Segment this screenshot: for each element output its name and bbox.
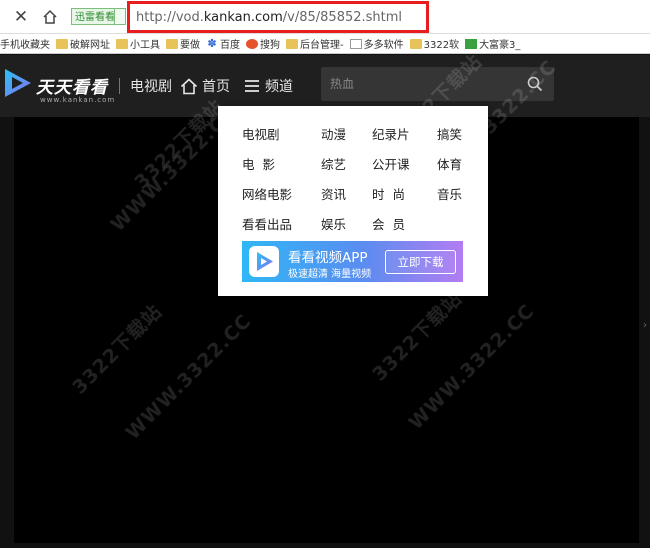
document-icon	[349, 38, 362, 49]
folder-icon	[116, 38, 128, 49]
menu-item[interactable]: 看看出品	[242, 214, 292, 233]
folder-icon	[409, 38, 422, 49]
download-button[interactable]: 立即下载	[385, 250, 456, 274]
search-input[interactable]	[330, 76, 510, 92]
menu-item[interactable]: 网络电影	[242, 184, 292, 203]
menu-item[interactable]: 电视剧	[242, 124, 280, 143]
bookmark-item[interactable]: 大富豪3_	[465, 36, 520, 51]
app-title: 看看视频APP	[288, 250, 368, 266]
menu-item[interactable]: 搞笑	[437, 124, 462, 143]
sogou-icon	[246, 38, 258, 49]
bookmark-item[interactable]: 小工具	[116, 36, 160, 51]
folder-icon	[286, 38, 298, 49]
menu-item[interactable]: 电 影	[242, 154, 275, 173]
menu-item[interactable]: 纪录片	[372, 124, 410, 143]
nav-tv-series[interactable]: 电视剧	[130, 76, 172, 96]
home-icon	[180, 77, 198, 94]
menu-item[interactable]: 综艺	[321, 154, 346, 173]
bookmark-item[interactable]: 多多软件	[349, 36, 404, 51]
bookmark-item[interactable]: 搜狗	[246, 36, 280, 51]
side-arrow-icon[interactable]: ›	[643, 320, 650, 334]
channel-dropdown: 电视剧 动漫 纪录片 搞笑 电 影 综艺 公开课 体育 网络电影 资讯 时 尚 …	[218, 106, 488, 296]
url-text[interactable]: http://vod.kankan.com/v/85/85852.shtml	[136, 10, 402, 25]
folder-icon	[56, 38, 68, 49]
header-divider	[119, 78, 120, 94]
menu-item[interactable]: 会 员	[372, 214, 405, 233]
menu-item[interactable]: 音乐	[437, 184, 462, 203]
address-bar[interactable]: http://vod.kankan.com/v/85/85852.shtml	[127, 1, 429, 33]
bookmark-item[interactable]: 破解网址	[56, 36, 110, 51]
menu-item[interactable]: 娱乐	[321, 214, 346, 233]
bookmark-item[interactable]: 要做	[166, 36, 200, 51]
nav-channel-label: 频道	[265, 79, 293, 95]
logo-text[interactable]: 天天看看	[36, 73, 108, 98]
app-logo-icon	[249, 246, 279, 277]
xunlei-kankan-extension[interactable]: 迅雷看看	[71, 8, 119, 25]
bookmark-item[interactable]: 手机收藏夹	[0, 36, 50, 51]
bookmark-item[interactable]: ✽ 百度	[206, 36, 240, 52]
app-subtitle: 极速超清 海量视频	[288, 269, 372, 280]
menu-item[interactable]: 体育	[437, 154, 462, 173]
menu-item[interactable]: 资讯	[321, 184, 346, 203]
menu-item[interactable]: 公开课	[372, 154, 410, 173]
nav-home[interactable]: 首页	[180, 76, 230, 96]
bookmarks-bar: 手机收藏夹 破解网址 小工具 要做 ✽ 百度 搜狗 后台管理- 多多软件 3322…	[0, 34, 650, 54]
home-icon[interactable]	[40, 7, 60, 27]
app-download-banner[interactable]: 看看视频APP 极速超清 海量视频 立即下载	[242, 241, 463, 282]
menu-item[interactable]: 时 尚	[372, 184, 405, 203]
bookmark-item[interactable]: 3322软	[409, 36, 459, 51]
close-icon[interactable]: ✕	[11, 7, 31, 27]
menu-item[interactable]: 动漫	[321, 124, 346, 143]
folder-icon	[166, 38, 178, 49]
logo-subtext: www.kankan.com	[40, 96, 116, 104]
browser-toolbar: ✕ 迅雷看看 http://vod.kankan.com/v/85/85852.…	[0, 0, 650, 34]
extension-icon[interactable]	[114, 8, 126, 25]
nav-channel[interactable]: 频道	[244, 76, 293, 96]
baidu-paw-icon: ✽	[207, 36, 217, 50]
nav-home-label: 首页	[202, 79, 230, 95]
bookmark-item[interactable]: 后台管理-	[286, 36, 344, 51]
kankan-logo-icon[interactable]	[3, 67, 33, 99]
menu-icon	[245, 80, 259, 92]
